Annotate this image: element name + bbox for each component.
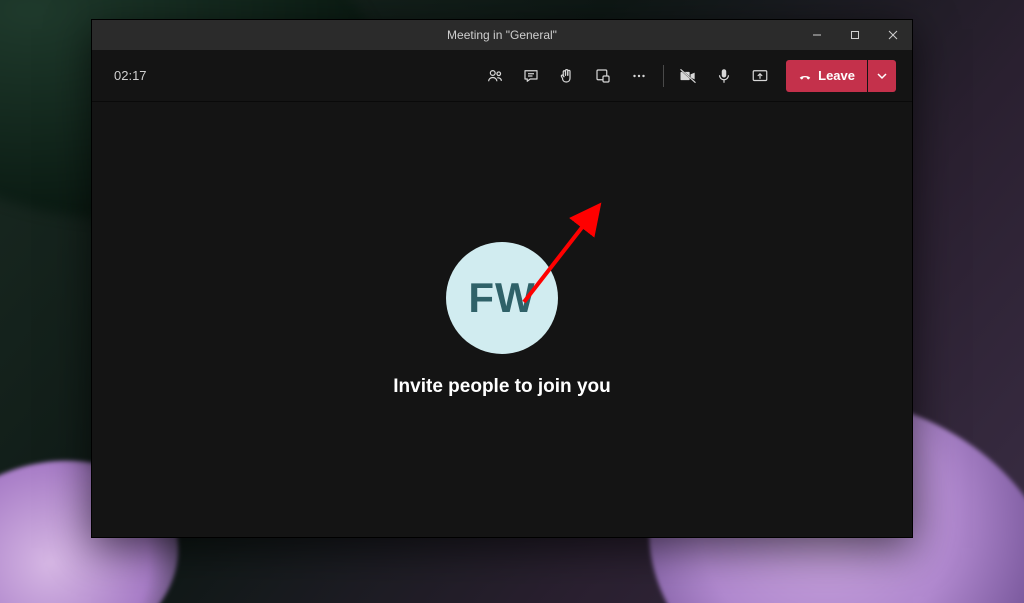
mic-icon — [715, 67, 733, 85]
share-screen-button[interactable] — [743, 59, 777, 93]
breakout-rooms-button[interactable] — [586, 59, 620, 93]
camera-toggle-button[interactable] — [671, 59, 705, 93]
hand-icon — [558, 67, 576, 85]
mic-toggle-button[interactable] — [707, 59, 741, 93]
chat-button[interactable] — [514, 59, 548, 93]
hangup-icon — [798, 69, 812, 83]
window-title: Meeting in "General" — [447, 28, 557, 42]
leave-label: Leave — [818, 68, 855, 83]
camera-off-icon — [678, 66, 698, 86]
invite-prompt: Invite people to join you — [393, 376, 610, 398]
leave-button-group: Leave — [786, 60, 896, 92]
people-icon — [486, 67, 504, 85]
meeting-toolbar: 02:17 — [92, 50, 912, 102]
rooms-icon — [594, 67, 612, 85]
titlebar[interactable]: Meeting in "General" — [92, 20, 912, 50]
chevron-down-icon — [877, 71, 887, 81]
avatar-initials: FW — [468, 274, 535, 322]
share-icon — [751, 67, 769, 85]
leave-button[interactable]: Leave — [786, 60, 867, 92]
meeting-timer: 02:17 — [114, 68, 147, 83]
meeting-content: FW Invite people to join you — [92, 102, 912, 537]
more-actions-button[interactable] — [622, 59, 656, 93]
minimize-button[interactable] — [798, 20, 836, 50]
participants-button[interactable] — [478, 59, 512, 93]
participant-avatar: FW — [446, 242, 558, 354]
leave-options-button[interactable] — [868, 60, 896, 92]
toolbar-divider — [663, 65, 664, 87]
more-icon — [630, 67, 648, 85]
maximize-button[interactable] — [836, 20, 874, 50]
raise-hand-button[interactable] — [550, 59, 584, 93]
chat-icon — [522, 67, 540, 85]
window-controls — [798, 20, 912, 50]
meeting-window: Meeting in "General" 02:17 — [91, 19, 913, 538]
close-button[interactable] — [874, 20, 912, 50]
